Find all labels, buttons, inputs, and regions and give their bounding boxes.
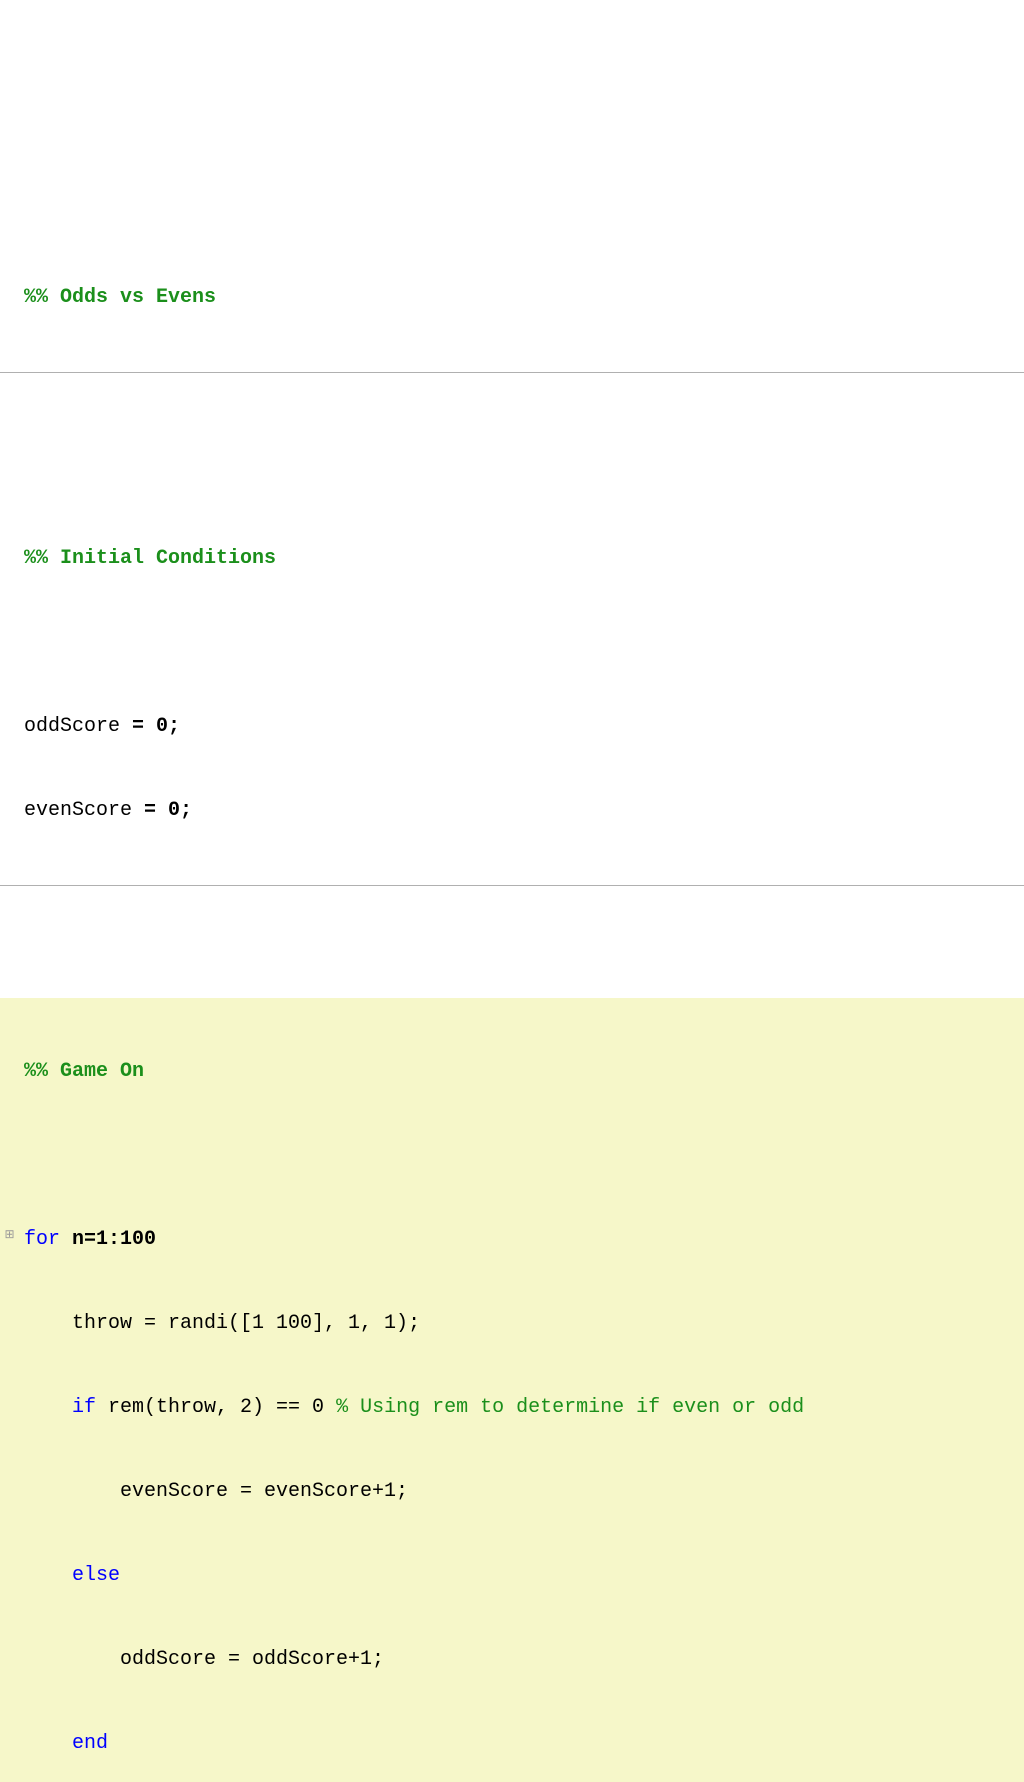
- code-line-end[interactable]: end: [24, 1730, 1024, 1758]
- code-line-if[interactable]: if rem(throw, 2) == 0 % Using rem to det…: [24, 1394, 1024, 1422]
- code-line[interactable]: evenScore = evenScore+1;: [24, 1478, 1024, 1506]
- section-header: %% Game On: [24, 1058, 1024, 1086]
- section-game-on[interactable]: %% Game On ⊞for n=1:100 throw = randi([1…: [0, 998, 1024, 1782]
- section-odds-vs-evens[interactable]: %% Odds vs Evens: [0, 224, 1024, 373]
- matlab-editor[interactable]: %% Odds vs Evens %% Initial Conditions o…: [0, 112, 1024, 1782]
- code-line[interactable]: oddScore = oddScore+1;: [24, 1646, 1024, 1674]
- code-line[interactable]: oddScore = 0;: [24, 713, 1024, 741]
- code-line[interactable]: throw = randi([1 100], 1, 1);: [24, 1310, 1024, 1338]
- section-header: %% Odds vs Evens: [24, 284, 1024, 312]
- section-header: %% Initial Conditions: [24, 545, 1024, 573]
- fold-collapse-icon[interactable]: ⊞: [3, 1229, 16, 1242]
- code-line[interactable]: evenScore = 0;: [24, 797, 1024, 825]
- blank-line: [24, 629, 1024, 657]
- code-line-for[interactable]: ⊞for n=1:100: [24, 1226, 1024, 1254]
- code-line-else[interactable]: else: [24, 1562, 1024, 1590]
- section-initial-conditions[interactable]: %% Initial Conditions oddScore = 0; even…: [0, 485, 1024, 886]
- blank-line: [24, 1142, 1024, 1170]
